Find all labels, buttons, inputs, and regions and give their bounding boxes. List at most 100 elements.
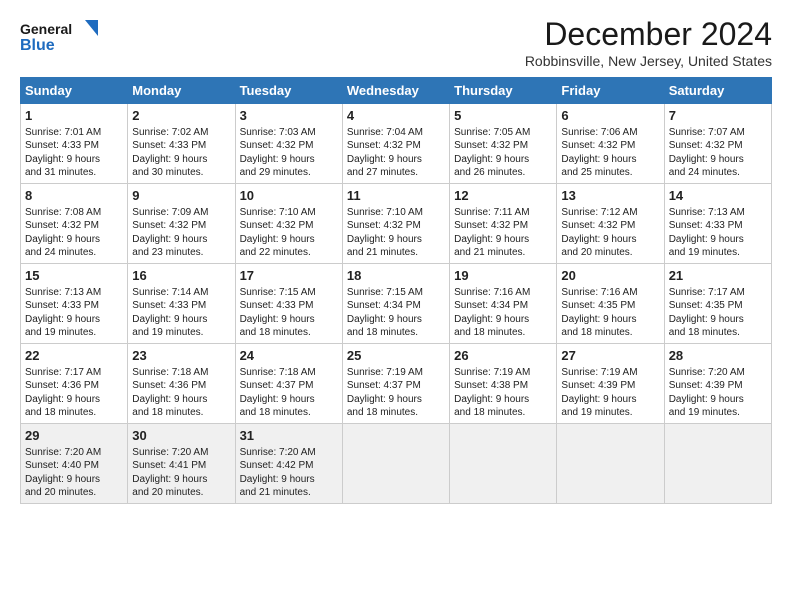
calendar-cell: 7Sunrise: 7:07 AMSunset: 4:32 PMDaylight… xyxy=(664,104,771,184)
day-number: 26 xyxy=(454,347,552,365)
day-number: 23 xyxy=(132,347,230,365)
day-number: 3 xyxy=(240,107,338,125)
logo-flag xyxy=(85,20,98,36)
calendar-cell: 21Sunrise: 7:17 AMSunset: 4:35 PMDayligh… xyxy=(664,264,771,344)
day-number: 15 xyxy=(25,267,123,285)
calendar-cell: 20Sunrise: 7:16 AMSunset: 4:35 PMDayligh… xyxy=(557,264,664,344)
calendar-cell: 5Sunrise: 7:05 AMSunset: 4:32 PMDaylight… xyxy=(450,104,557,184)
calendar-cell: 30Sunrise: 7:20 AMSunset: 4:41 PMDayligh… xyxy=(128,424,235,504)
day-info: Sunrise: 7:01 AMSunset: 4:33 PMDaylight:… xyxy=(25,126,123,180)
day-number: 2 xyxy=(132,107,230,125)
day-number: 6 xyxy=(561,107,659,125)
day-number: 4 xyxy=(347,107,445,125)
day-number: 27 xyxy=(561,347,659,365)
calendar-cell: 25Sunrise: 7:19 AMSunset: 4:37 PMDayligh… xyxy=(342,344,449,424)
day-info: Sunrise: 7:05 AMSunset: 4:32 PMDaylight:… xyxy=(454,126,552,180)
day-number: 28 xyxy=(669,347,767,365)
header-row: Sunday Monday Tuesday Wednesday Thursday… xyxy=(21,78,772,104)
day-info: Sunrise: 7:11 AMSunset: 4:32 PMDaylight:… xyxy=(454,206,552,260)
col-thursday: Thursday xyxy=(450,78,557,104)
day-number: 7 xyxy=(669,107,767,125)
calendar-cell: 15Sunrise: 7:13 AMSunset: 4:33 PMDayligh… xyxy=(21,264,128,344)
col-sunday: Sunday xyxy=(21,78,128,104)
header: General Blue December 2024 Robbinsville,… xyxy=(20,16,772,69)
day-number: 19 xyxy=(454,267,552,285)
day-info: Sunrise: 7:16 AMSunset: 4:34 PMDaylight:… xyxy=(454,286,552,340)
calendar-cell: 31Sunrise: 7:20 AMSunset: 4:42 PMDayligh… xyxy=(235,424,342,504)
calendar-cell: 16Sunrise: 7:14 AMSunset: 4:33 PMDayligh… xyxy=(128,264,235,344)
day-number: 13 xyxy=(561,187,659,205)
calendar-week-3: 15Sunrise: 7:13 AMSunset: 4:33 PMDayligh… xyxy=(21,264,772,344)
logo: General Blue xyxy=(20,16,100,60)
day-number: 17 xyxy=(240,267,338,285)
day-number: 30 xyxy=(132,427,230,445)
day-info: Sunrise: 7:19 AMSunset: 4:38 PMDaylight:… xyxy=(454,366,552,420)
day-info: Sunrise: 7:02 AMSunset: 4:33 PMDaylight:… xyxy=(132,126,230,180)
day-info: Sunrise: 7:20 AMSunset: 4:39 PMDaylight:… xyxy=(669,366,767,420)
col-tuesday: Tuesday xyxy=(235,78,342,104)
calendar-cell: 17Sunrise: 7:15 AMSunset: 4:33 PMDayligh… xyxy=(235,264,342,344)
calendar-cell: 14Sunrise: 7:13 AMSunset: 4:33 PMDayligh… xyxy=(664,184,771,264)
location: Robbinsville, New Jersey, United States xyxy=(525,53,772,69)
day-number: 24 xyxy=(240,347,338,365)
day-number: 22 xyxy=(25,347,123,365)
calendar-cell: 22Sunrise: 7:17 AMSunset: 4:36 PMDayligh… xyxy=(21,344,128,424)
day-info: Sunrise: 7:13 AMSunset: 4:33 PMDaylight:… xyxy=(669,206,767,260)
calendar-week-4: 22Sunrise: 7:17 AMSunset: 4:36 PMDayligh… xyxy=(21,344,772,424)
calendar-cell: 4Sunrise: 7:04 AMSunset: 4:32 PMDaylight… xyxy=(342,104,449,184)
calendar-cell: 23Sunrise: 7:18 AMSunset: 4:36 PMDayligh… xyxy=(128,344,235,424)
calendar-cell xyxy=(557,424,664,504)
day-info: Sunrise: 7:18 AMSunset: 4:36 PMDaylight:… xyxy=(132,366,230,420)
calendar-cell: 18Sunrise: 7:15 AMSunset: 4:34 PMDayligh… xyxy=(342,264,449,344)
calendar-cell: 28Sunrise: 7:20 AMSunset: 4:39 PMDayligh… xyxy=(664,344,771,424)
day-info: Sunrise: 7:07 AMSunset: 4:32 PMDaylight:… xyxy=(669,126,767,180)
calendar-cell: 11Sunrise: 7:10 AMSunset: 4:32 PMDayligh… xyxy=(342,184,449,264)
calendar-cell: 27Sunrise: 7:19 AMSunset: 4:39 PMDayligh… xyxy=(557,344,664,424)
calendar-cell: 1Sunrise: 7:01 AMSunset: 4:33 PMDaylight… xyxy=(21,104,128,184)
day-number: 8 xyxy=(25,187,123,205)
day-number: 11 xyxy=(347,187,445,205)
calendar-cell: 29Sunrise: 7:20 AMSunset: 4:40 PMDayligh… xyxy=(21,424,128,504)
calendar-cell: 9Sunrise: 7:09 AMSunset: 4:32 PMDaylight… xyxy=(128,184,235,264)
day-info: Sunrise: 7:19 AMSunset: 4:37 PMDaylight:… xyxy=(347,366,445,420)
day-info: Sunrise: 7:08 AMSunset: 4:32 PMDaylight:… xyxy=(25,206,123,260)
col-friday: Friday xyxy=(557,78,664,104)
day-info: Sunrise: 7:20 AMSunset: 4:41 PMDaylight:… xyxy=(132,446,230,500)
day-info: Sunrise: 7:17 AMSunset: 4:36 PMDaylight:… xyxy=(25,366,123,420)
day-number: 21 xyxy=(669,267,767,285)
calendar-cell: 6Sunrise: 7:06 AMSunset: 4:32 PMDaylight… xyxy=(557,104,664,184)
day-info: Sunrise: 7:18 AMSunset: 4:37 PMDaylight:… xyxy=(240,366,338,420)
day-info: Sunrise: 7:15 AMSunset: 4:33 PMDaylight:… xyxy=(240,286,338,340)
calendar-cell: 10Sunrise: 7:10 AMSunset: 4:32 PMDayligh… xyxy=(235,184,342,264)
calendar-cell: 3Sunrise: 7:03 AMSunset: 4:32 PMDaylight… xyxy=(235,104,342,184)
day-info: Sunrise: 7:09 AMSunset: 4:32 PMDaylight:… xyxy=(132,206,230,260)
calendar-week-1: 1Sunrise: 7:01 AMSunset: 4:33 PMDaylight… xyxy=(21,104,772,184)
calendar-cell: 13Sunrise: 7:12 AMSunset: 4:32 PMDayligh… xyxy=(557,184,664,264)
calendar-cell xyxy=(450,424,557,504)
day-info: Sunrise: 7:10 AMSunset: 4:32 PMDaylight:… xyxy=(240,206,338,260)
day-number: 5 xyxy=(454,107,552,125)
calendar-table: Sunday Monday Tuesday Wednesday Thursday… xyxy=(20,77,772,504)
day-number: 16 xyxy=(132,267,230,285)
page: General Blue December 2024 Robbinsville,… xyxy=(0,0,792,612)
day-number: 10 xyxy=(240,187,338,205)
calendar-body: 1Sunrise: 7:01 AMSunset: 4:33 PMDaylight… xyxy=(21,104,772,504)
calendar-week-5: 29Sunrise: 7:20 AMSunset: 4:40 PMDayligh… xyxy=(21,424,772,504)
month-title: December 2024 xyxy=(525,16,772,53)
calendar-cell: 12Sunrise: 7:11 AMSunset: 4:32 PMDayligh… xyxy=(450,184,557,264)
day-info: Sunrise: 7:13 AMSunset: 4:33 PMDaylight:… xyxy=(25,286,123,340)
day-number: 18 xyxy=(347,267,445,285)
day-number: 14 xyxy=(669,187,767,205)
day-info: Sunrise: 7:19 AMSunset: 4:39 PMDaylight:… xyxy=(561,366,659,420)
day-info: Sunrise: 7:20 AMSunset: 4:40 PMDaylight:… xyxy=(25,446,123,500)
calendar-cell: 2Sunrise: 7:02 AMSunset: 4:33 PMDaylight… xyxy=(128,104,235,184)
day-number: 31 xyxy=(240,427,338,445)
day-info: Sunrise: 7:10 AMSunset: 4:32 PMDaylight:… xyxy=(347,206,445,260)
day-number: 9 xyxy=(132,187,230,205)
logo-svg: General Blue xyxy=(20,16,100,60)
calendar-cell: 8Sunrise: 7:08 AMSunset: 4:32 PMDaylight… xyxy=(21,184,128,264)
day-info: Sunrise: 7:14 AMSunset: 4:33 PMDaylight:… xyxy=(132,286,230,340)
day-info: Sunrise: 7:04 AMSunset: 4:32 PMDaylight:… xyxy=(347,126,445,180)
calendar-week-2: 8Sunrise: 7:08 AMSunset: 4:32 PMDaylight… xyxy=(21,184,772,264)
day-info: Sunrise: 7:16 AMSunset: 4:35 PMDaylight:… xyxy=(561,286,659,340)
